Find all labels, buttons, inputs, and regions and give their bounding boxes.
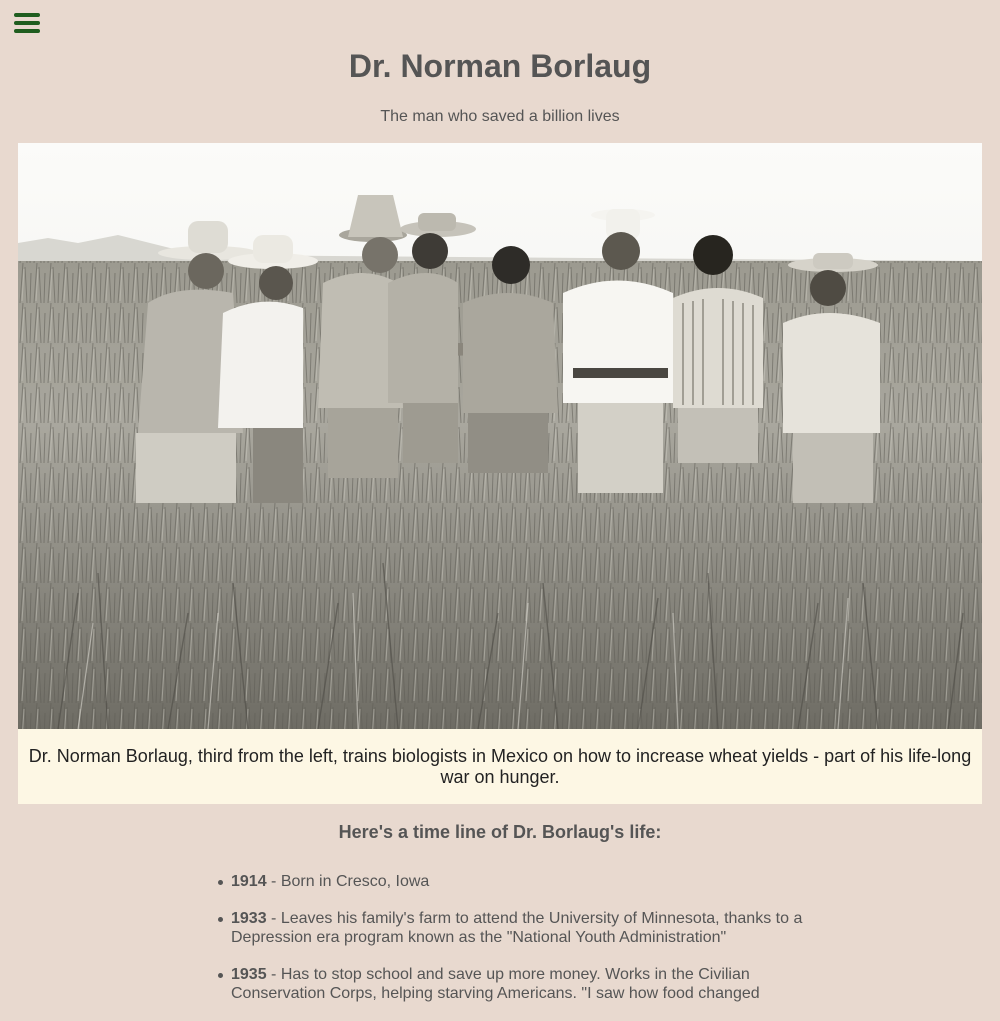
borlaug-wheat-field-photo [18,143,982,729]
hamburger-menu-icon[interactable] [8,6,46,40]
page-tagline: The man who saved a billion lives [380,108,620,125]
timeline-item: 1935 - Has to stop school and save up mo… [218,965,821,1003]
timeline-year: 1933 [231,910,267,927]
timeline-text: - Has to stop school and save up more mo… [231,966,760,1002]
timeline-year: 1914 [231,873,267,890]
page-title: Dr. Norman Borlaug [348,48,652,84]
menu-bar [14,29,40,33]
timeline-list: 1914 - Born in Cresco, Iowa 1933 - Leave… [218,872,821,1021]
timeline-item: 1914 - Born in Cresco, Iowa [218,872,821,891]
timeline-item: 1933 - Leaves his family's farm to atten… [218,909,821,947]
menu-bar [14,21,40,25]
timeline-text: - Born in Cresco, Iowa [266,873,430,890]
timeline-year: 1935 [231,966,267,983]
photo-caption: Dr. Norman Borlaug, third from the left,… [18,729,982,804]
timeline-text: - Leaves his family's farm to attend the… [231,910,803,946]
menu-bar [14,13,40,17]
photo-illustration [18,143,982,729]
timeline-heading: Here's a time line of Dr. Borlaug's life… [338,822,662,842]
